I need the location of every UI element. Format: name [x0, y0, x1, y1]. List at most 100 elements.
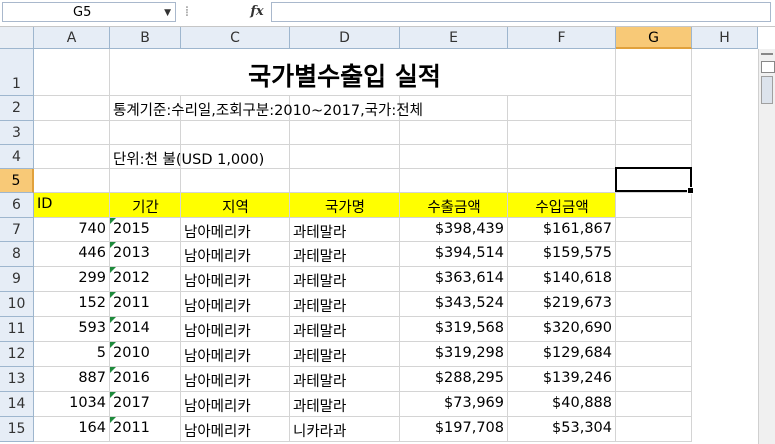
fill-handle[interactable]: [687, 187, 694, 194]
import-cell: $320,690: [542, 320, 612, 336]
select-all-corner[interactable]: [0, 27, 34, 49]
row-header-15[interactable]: 15: [0, 417, 34, 442]
grid-cell[interactable]: [290, 145, 400, 169]
row-header-10[interactable]: 10: [0, 292, 34, 317]
grid-cell[interactable]: [616, 267, 692, 292]
grid-cell[interactable]: [508, 96, 616, 121]
table-header-cell: ID: [37, 196, 53, 212]
row-header-6[interactable]: 6: [0, 193, 34, 218]
number-as-text-indicator: [110, 342, 116, 348]
row-header-2[interactable]: 2: [0, 96, 34, 121]
grid-cell[interactable]: [34, 49, 110, 96]
column-header-h[interactable]: H: [692, 27, 758, 49]
split-handle[interactable]: [761, 53, 773, 55]
active-cell-selection[interactable]: [615, 167, 694, 194]
row-header-9[interactable]: 9: [0, 267, 34, 292]
row-header-12[interactable]: 12: [0, 342, 34, 367]
grid-cell[interactable]: [181, 121, 290, 145]
row-header-3[interactable]: 3: [0, 121, 34, 145]
grid-cell[interactable]: [616, 145, 692, 169]
region-cell: 남아메리카: [184, 399, 251, 415]
import-cell: $139,246: [542, 370, 612, 386]
grid-cell[interactable]: [400, 169, 508, 193]
grid-cell[interactable]: [400, 121, 508, 145]
grid-cell[interactable]: [616, 367, 692, 392]
grid-cell[interactable]: [508, 121, 616, 145]
scroll-thumb[interactable]: [761, 76, 773, 104]
column-header-d[interactable]: D: [290, 27, 400, 49]
row-header-4[interactable]: 4: [0, 145, 34, 169]
number-as-text-indicator: [110, 392, 116, 398]
formula-bar: G5 ▼ ⁞ fx: [0, 0, 775, 27]
chevron-down-icon[interactable]: ▼: [164, 3, 171, 23]
formula-input[interactable]: [271, 2, 771, 22]
grid-cell[interactable]: [110, 121, 181, 145]
period-cell: 2016: [113, 370, 150, 386]
grid-cell[interactable]: [34, 121, 110, 145]
grid-cell[interactable]: [290, 121, 400, 145]
formula-bar-splitter[interactable]: ⁞: [180, 4, 194, 20]
grid-cell[interactable]: [616, 292, 692, 317]
period-cell: 2011: [113, 420, 150, 436]
grid-cell[interactable]: [34, 145, 110, 169]
insert-function-icon[interactable]: fx: [245, 2, 269, 22]
grid-cell[interactable]: [616, 317, 692, 342]
region-cell: 남아메리카: [184, 225, 251, 241]
id-cell: 5: [96, 345, 106, 361]
grid-cell[interactable]: [616, 242, 692, 267]
grid-cell[interactable]: [34, 169, 110, 193]
row-header-1[interactable]: 1: [0, 49, 34, 96]
grid-cell[interactable]: [400, 145, 508, 169]
table-header-cell: 국가명: [324, 200, 366, 216]
period-cell: 2015: [113, 221, 150, 237]
export-cell: $343,524: [434, 295, 504, 311]
grid-cell[interactable]: [616, 96, 692, 121]
id-cell: 593: [78, 320, 106, 336]
row-header-8[interactable]: 8: [0, 242, 34, 267]
number-as-text-indicator: [110, 218, 116, 224]
import-cell: $129,684: [542, 345, 612, 361]
grid-cell[interactable]: [34, 96, 110, 121]
period-cell: 2013: [113, 245, 150, 261]
row-header-11[interactable]: 11: [0, 317, 34, 342]
country-cell: 과테말라: [293, 225, 347, 241]
region-cell: 남아메리카: [184, 299, 251, 315]
export-cell: $288,295: [434, 370, 504, 386]
column-header-c[interactable]: C: [181, 27, 290, 49]
grid-cell[interactable]: [616, 193, 692, 218]
grid-cell[interactable]: [616, 121, 692, 145]
grid-cell[interactable]: [616, 49, 692, 96]
grid-cell[interactable]: [616, 417, 692, 442]
column-header-a[interactable]: A: [34, 27, 110, 49]
row-header-5[interactable]: 5: [0, 169, 34, 193]
row-header-13[interactable]: 13: [0, 367, 34, 392]
grid-cell[interactable]: [508, 169, 616, 193]
import-cell: $219,673: [542, 295, 612, 311]
table-header-cell: 수입금액: [535, 200, 589, 216]
grid-cell[interactable]: [616, 342, 692, 367]
number-as-text-indicator: [110, 292, 116, 298]
row-header-14[interactable]: 14: [0, 392, 34, 417]
grid-cell[interactable]: [110, 49, 181, 96]
region-cell: 남아메리카: [184, 424, 251, 440]
grid-cell[interactable]: [616, 392, 692, 417]
grid-cell[interactable]: [110, 169, 181, 193]
export-cell: $398,439: [434, 221, 504, 237]
column-header-e[interactable]: E: [400, 27, 508, 49]
row-header-7[interactable]: 7: [0, 218, 34, 242]
grid-cell[interactable]: [290, 169, 400, 193]
column-header-g[interactable]: G: [616, 27, 692, 49]
sheet-title: 국가별수출입 실적: [248, 62, 441, 91]
column-header-f[interactable]: F: [508, 27, 616, 49]
vertical-scrollbar[interactable]: [758, 49, 775, 444]
name-box[interactable]: G5 ▼: [2, 2, 176, 22]
export-cell: $319,568: [434, 320, 504, 336]
column-header-b[interactable]: B: [110, 27, 181, 49]
grid-cell[interactable]: [616, 218, 692, 242]
country-cell: 과테말라: [293, 324, 347, 340]
grid-cell[interactable]: [508, 49, 616, 96]
grid-cell[interactable]: [508, 145, 616, 169]
scroll-split-box[interactable]: [761, 61, 775, 73]
country-cell: 니카라과: [293, 424, 347, 440]
grid-cell[interactable]: [181, 169, 290, 193]
